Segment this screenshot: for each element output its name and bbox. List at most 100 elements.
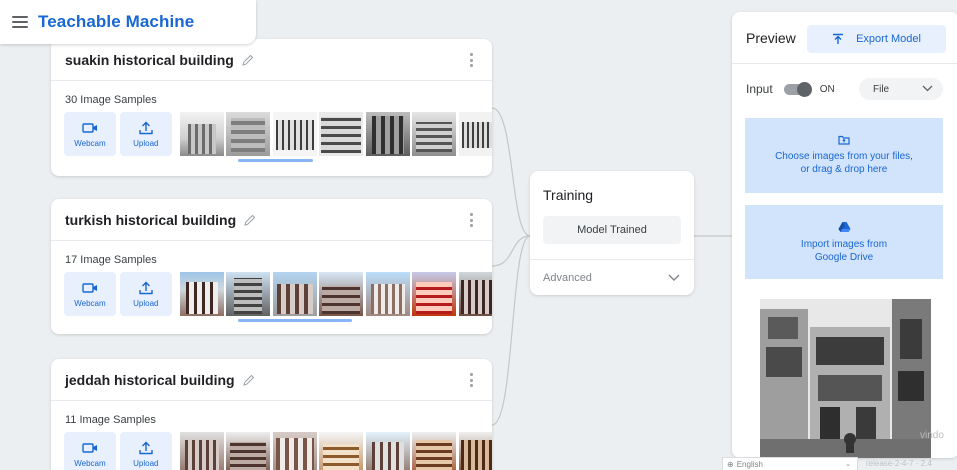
- sample-thumbnail[interactable]: [412, 112, 457, 156]
- input-label: Input: [746, 82, 773, 96]
- upload-label: Upload: [133, 298, 159, 308]
- app-title[interactable]: Teachable Machine: [38, 12, 194, 32]
- upload-label: Upload: [133, 138, 159, 148]
- input-toggle[interactable]: [783, 81, 812, 97]
- export-model-button[interactable]: Export Model: [807, 25, 946, 53]
- menu-icon[interactable]: [12, 16, 28, 28]
- upload-button[interactable]: Upload: [119, 112, 172, 156]
- class-card: suakin historical building 30 Image Samp…: [51, 39, 492, 176]
- upload-button[interactable]: Upload: [119, 432, 172, 470]
- chevron-down-icon: [922, 85, 933, 92]
- sample-thumbnail[interactable]: [458, 432, 492, 470]
- os-watermark: vindo: [920, 430, 944, 441]
- drive-line-2: Google Drive: [814, 251, 874, 263]
- thumbnails: [179, 432, 492, 470]
- pencil-icon[interactable]: [242, 374, 255, 386]
- upload-label: Upload: [133, 458, 159, 468]
- toggle-knob: [796, 81, 812, 97]
- release-version: release-2-4-7 - 2.4: [866, 459, 932, 468]
- input-source-value: File: [873, 83, 890, 95]
- thumbnail-scrollbar[interactable]: [234, 319, 492, 322]
- thumbnail-scrollbar[interactable]: [234, 159, 492, 162]
- sample-thumbnail[interactable]: [272, 112, 317, 156]
- upload-icon: [139, 121, 153, 134]
- webcam-icon: [82, 282, 97, 293]
- file-drop-zone[interactable]: Choose images from your files, or drag & …: [745, 118, 943, 193]
- sample-thumbnail[interactable]: [272, 272, 317, 316]
- sample-count: 11 Image Samples: [65, 414, 156, 426]
- language-value: English: [736, 459, 763, 469]
- preview-title: Preview: [746, 29, 796, 46]
- webcam-button[interactable]: Webcam: [64, 112, 116, 156]
- webcam-label: Webcam: [74, 298, 106, 308]
- class-name[interactable]: turkish historical building: [65, 212, 236, 228]
- samples-row: Webcam Upload: [51, 112, 492, 168]
- chevron-down-icon: ⌄: [845, 461, 851, 468]
- sample-thumbnail[interactable]: [365, 112, 410, 156]
- webcam-label: Webcam: [74, 458, 106, 468]
- sample-count: 17 Image Samples: [65, 254, 157, 266]
- webcam-icon: [82, 122, 97, 133]
- drop-line-2: or drag & drop here: [800, 164, 888, 175]
- thumbnails: [179, 272, 492, 316]
- google-drive-import[interactable]: Import images from Google Drive: [745, 205, 943, 279]
- samples-row: Webcam Upload: [51, 432, 492, 470]
- advanced-toggle[interactable]: Advanced: [530, 259, 694, 295]
- sample-thumbnail[interactable]: [365, 272, 410, 316]
- preview-photo: [760, 299, 931, 458]
- export-label: Export Model: [856, 33, 921, 45]
- sample-thumbnail[interactable]: [365, 432, 410, 470]
- sample-thumbnail[interactable]: [226, 432, 271, 470]
- language-select[interactable]: ⊕ English ⌄: [722, 457, 858, 470]
- upload-icon: [139, 441, 153, 454]
- toggle-state-label: ON: [819, 83, 835, 95]
- sample-thumbnail[interactable]: [319, 112, 364, 156]
- export-icon: [833, 33, 844, 44]
- upload-icon: [139, 281, 153, 294]
- more-vert-icon[interactable]: [470, 53, 474, 67]
- webcam-button[interactable]: Webcam: [64, 272, 116, 316]
- preview-panel: Preview Export Model Input ON File Choos…: [732, 12, 957, 458]
- class-card: jeddah historical building 11 Image Samp…: [51, 359, 492, 470]
- folder-upload-icon: [838, 135, 850, 145]
- train-model-button[interactable]: Model Trained: [543, 216, 681, 244]
- webcam-button[interactable]: Webcam: [64, 432, 116, 470]
- pencil-icon[interactable]: [244, 214, 256, 226]
- sample-thumbnail[interactable]: [319, 272, 364, 316]
- class-card-header: jeddah historical building: [51, 359, 492, 401]
- scrollbar-thumb[interactable]: [238, 319, 352, 322]
- class-card: turkish historical building 17 Image Sam…: [51, 199, 492, 334]
- drive-line-1: Import images from: [800, 238, 888, 250]
- more-vert-icon[interactable]: [470, 213, 474, 227]
- scrollbar-thumb[interactable]: [238, 159, 313, 162]
- sample-count: 30 Image Samples: [65, 94, 157, 106]
- sample-thumbnail[interactable]: [179, 272, 224, 316]
- training-title: Training: [543, 187, 594, 203]
- sample-thumbnail[interactable]: [319, 432, 364, 470]
- drop-line-1: Choose images from your files,: [775, 151, 913, 162]
- input-source-select[interactable]: File: [859, 78, 943, 100]
- pencil-icon[interactable]: [242, 54, 254, 66]
- class-card-header: turkish historical building: [51, 199, 492, 241]
- sample-thumbnail[interactable]: [226, 112, 271, 156]
- class-name[interactable]: jeddah historical building: [65, 372, 235, 388]
- webcam-icon: [82, 442, 97, 453]
- advanced-label: Advanced: [543, 271, 592, 284]
- more-vert-icon[interactable]: [470, 373, 474, 387]
- upload-button[interactable]: Upload: [119, 272, 172, 316]
- sample-thumbnail[interactable]: [226, 272, 271, 316]
- app-header: Teachable Machine: [0, 0, 256, 44]
- thumbnails: [179, 112, 492, 156]
- sample-thumbnail[interactable]: [458, 112, 492, 156]
- chevron-down-icon: [668, 274, 680, 281]
- class-name[interactable]: suakin historical building: [65, 52, 234, 68]
- google-drive-icon: [838, 221, 850, 232]
- sample-thumbnail[interactable]: [179, 432, 224, 470]
- class-card-header: suakin historical building: [51, 39, 492, 81]
- sample-thumbnail[interactable]: [458, 272, 492, 316]
- sample-thumbnail[interactable]: [412, 432, 457, 470]
- sample-thumbnail[interactable]: [179, 112, 224, 156]
- webcam-label: Webcam: [74, 138, 106, 148]
- sample-thumbnail[interactable]: [412, 272, 457, 316]
- sample-thumbnail[interactable]: [272, 432, 317, 470]
